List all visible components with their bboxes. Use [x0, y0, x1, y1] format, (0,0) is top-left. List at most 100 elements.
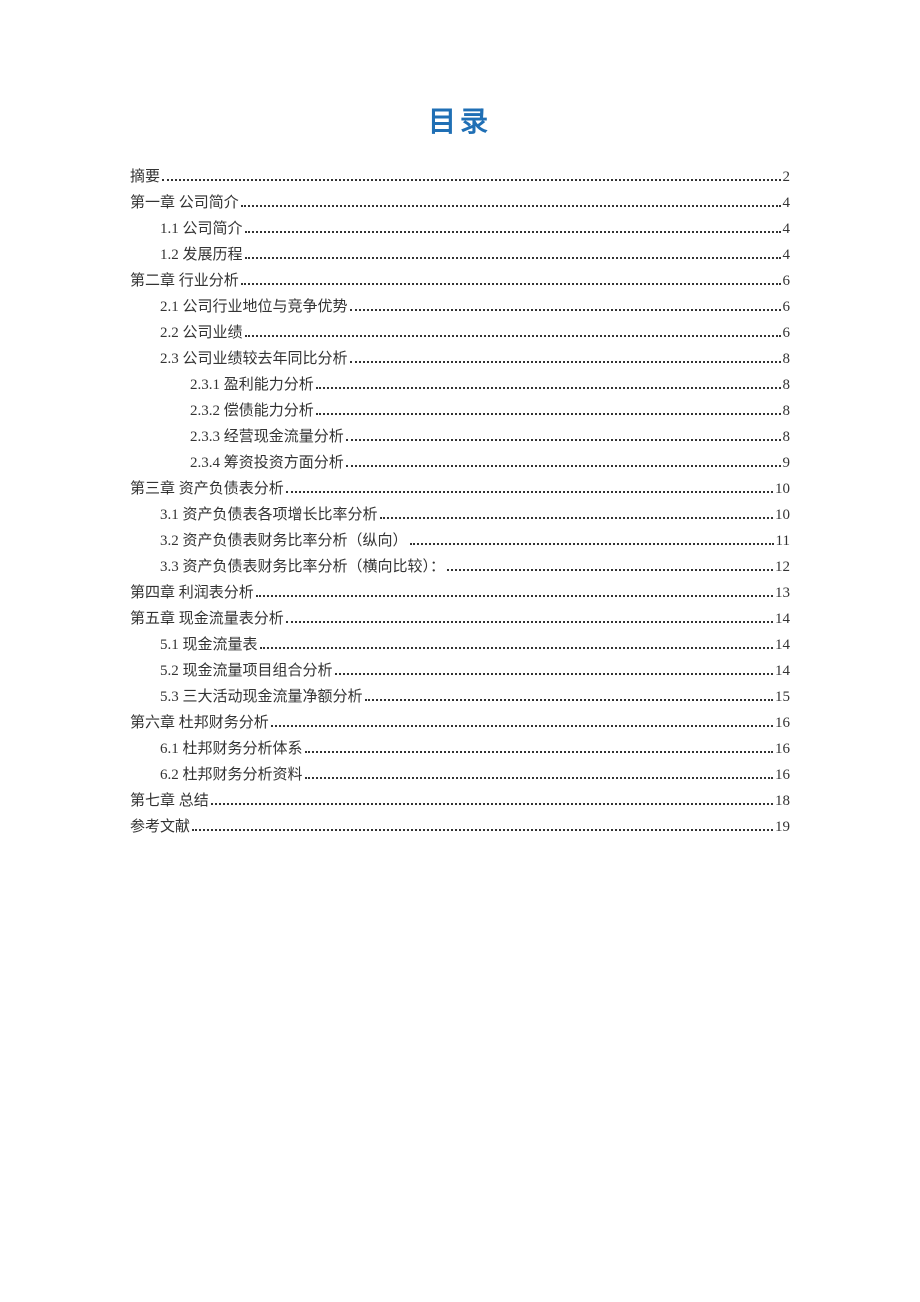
toc-entry-page: 8	[783, 347, 791, 371]
toc-entry-page: 16	[775, 711, 790, 735]
toc-leader-dots	[380, 517, 773, 519]
toc-entry[interactable]: 5.3 三大活动现金流量净额分析 15	[130, 685, 790, 709]
toc-leader-dots	[335, 673, 773, 675]
toc-entry-label: 2.3.4 筹资投资方面分析	[190, 451, 344, 475]
toc-leader-dots	[162, 179, 780, 181]
toc-entry-label: 5.1 现金流量表	[160, 633, 258, 657]
toc-entry-page: 18	[775, 789, 790, 813]
toc-entry-page: 16	[775, 763, 790, 787]
toc-leader-dots	[245, 335, 781, 337]
toc-leader-dots	[410, 543, 774, 545]
toc-entry-label: 5.2 现金流量项目组合分析	[160, 659, 333, 683]
toc-entry-page: 14	[775, 633, 790, 657]
toc-entry-page: 14	[775, 659, 790, 683]
toc-entry[interactable]: 3.1 资产负债表各项增长比率分析 10	[130, 503, 790, 527]
toc-leader-dots	[260, 647, 773, 649]
toc-entry[interactable]: 第一章 公司简介 4	[130, 191, 790, 215]
toc-leader-dots	[305, 777, 773, 779]
toc-entry-label: 2.1 公司行业地位与竞争优势	[160, 295, 348, 319]
toc-entry-page: 9	[783, 451, 791, 475]
toc-entry-label: 第四章 利润表分析	[130, 581, 254, 605]
toc-entry[interactable]: 6.1 杜邦财务分析体系 16	[130, 737, 790, 761]
toc-entry-label: 2.3 公司业绩较去年同比分析	[160, 347, 348, 371]
toc-entry-page: 6	[783, 269, 791, 293]
toc-leader-dots	[316, 413, 781, 415]
toc-entry-page: 8	[783, 399, 791, 423]
toc-leader-dots	[245, 231, 781, 233]
toc-entry-label: 第六章 杜邦财务分析	[130, 711, 269, 735]
toc-entry-page: 14	[775, 607, 790, 631]
toc-leader-dots	[271, 725, 773, 727]
toc-entry[interactable]: 2.3.2 偿债能力分析 8	[130, 399, 790, 423]
toc-entry[interactable]: 2.3.4 筹资投资方面分析 9	[130, 451, 790, 475]
toc-leader-dots	[346, 439, 781, 441]
toc-entry[interactable]: 1.2 发展历程4	[130, 243, 790, 267]
toc-entry-page: 4	[783, 191, 791, 215]
toc-entry-label: 2.2 公司业绩	[160, 321, 243, 345]
toc-leader-dots	[245, 257, 781, 259]
toc-leader-dots	[192, 829, 773, 831]
toc-entry-label: 第三章 资产负债表分析	[130, 477, 284, 501]
toc-entry-label: 6.2 杜邦财务分析资料	[160, 763, 303, 787]
toc-entry-page: 16	[775, 737, 790, 761]
toc-entry-label: 2.3.3 经营现金流量分析	[190, 425, 344, 449]
toc-entry[interactable]: 摘要2	[130, 165, 790, 189]
toc-entry[interactable]: 3.2 资产负债表财务比率分析（纵向） 11	[130, 529, 790, 553]
toc-entry[interactable]: 第二章 行业分析 6	[130, 269, 790, 293]
toc-leader-dots	[350, 361, 781, 363]
toc-entry-label: 3.3 资产负债表财务比率分析（横向比较）：	[160, 555, 445, 579]
toc-entry-page: 6	[783, 321, 791, 345]
toc-entry[interactable]: 第三章 资产负债表分析 10	[130, 477, 790, 501]
toc-list: 摘要2第一章 公司简介41.1 公司简介41.2 发展历程4第二章 行业分析62…	[130, 165, 790, 839]
toc-entry-page: 4	[783, 243, 791, 267]
toc-leader-dots	[241, 205, 781, 207]
toc-leader-dots	[286, 621, 773, 623]
toc-entry-label: 6.1 杜邦财务分析体系	[160, 737, 303, 761]
toc-entry[interactable]: 6.2 杜邦财务分析资料 16	[130, 763, 790, 787]
toc-entry-label: 第一章 公司简介	[130, 191, 239, 215]
toc-entry[interactable]: 3.3 资产负债表财务比率分析（横向比较）： 12	[130, 555, 790, 579]
toc-leader-dots	[316, 387, 781, 389]
toc-leader-dots	[256, 595, 773, 597]
toc-leader-dots	[286, 491, 773, 493]
toc-entry-label: 3.2 资产负债表财务比率分析（纵向）	[160, 529, 408, 553]
toc-leader-dots	[241, 283, 781, 285]
toc-entry[interactable]: 2.3.1 盈利能力分析 8	[130, 373, 790, 397]
toc-entry[interactable]: 第七章 总结18	[130, 789, 790, 813]
toc-entry-label: 第二章 行业分析	[130, 269, 239, 293]
toc-entry-page: 10	[775, 477, 790, 501]
toc-entry[interactable]: 5.2 现金流量项目组合分析 14	[130, 659, 790, 683]
toc-leader-dots	[305, 751, 773, 753]
toc-entry-label: 2.3.2 偿债能力分析	[190, 399, 314, 423]
toc-entry[interactable]: 2.3 公司业绩较去年同比分析 8	[130, 347, 790, 371]
toc-entry[interactable]: 2.2 公司业绩 6	[130, 321, 790, 345]
toc-entry-page: 11	[776, 529, 790, 553]
toc-entry-label: 3.1 资产负债表各项增长比率分析	[160, 503, 378, 527]
toc-entry-page: 2	[783, 165, 791, 189]
toc-entry[interactable]: 5.1 现金流量表 14	[130, 633, 790, 657]
toc-entry[interactable]: 1.1 公司简介4	[130, 217, 790, 241]
toc-entry-label: 1.1 公司简介	[160, 217, 243, 241]
toc-entry-page: 8	[783, 373, 791, 397]
toc-entry-page: 19	[775, 815, 790, 839]
toc-entry-page: 12	[775, 555, 790, 579]
toc-entry-page: 15	[775, 685, 790, 709]
toc-entry-page: 8	[783, 425, 791, 449]
toc-entry[interactable]: 2.1 公司行业地位与竞争优势 6	[130, 295, 790, 319]
toc-entry-page: 10	[775, 503, 790, 527]
toc-entry[interactable]: 第六章 杜邦财务分析 16	[130, 711, 790, 735]
toc-entry-page: 6	[783, 295, 791, 319]
toc-entry[interactable]: 第四章 利润表分析13	[130, 581, 790, 605]
toc-entry-label: 5.3 三大活动现金流量净额分析	[160, 685, 363, 709]
toc-entry-label: 2.3.1 盈利能力分析	[190, 373, 314, 397]
toc-leader-dots	[211, 803, 773, 805]
toc-entry[interactable]: 参考文献 19	[130, 815, 790, 839]
toc-leader-dots	[350, 309, 781, 311]
toc-leader-dots	[447, 569, 773, 571]
toc-leader-dots	[346, 465, 781, 467]
toc-leader-dots	[365, 699, 773, 701]
toc-entry-label: 参考文献	[130, 815, 190, 839]
toc-entry[interactable]: 2.3.3 经营现金流量分析 8	[130, 425, 790, 449]
toc-entry[interactable]: 第五章 现金流量表分析14	[130, 607, 790, 631]
toc-title: 目录	[130, 100, 790, 140]
